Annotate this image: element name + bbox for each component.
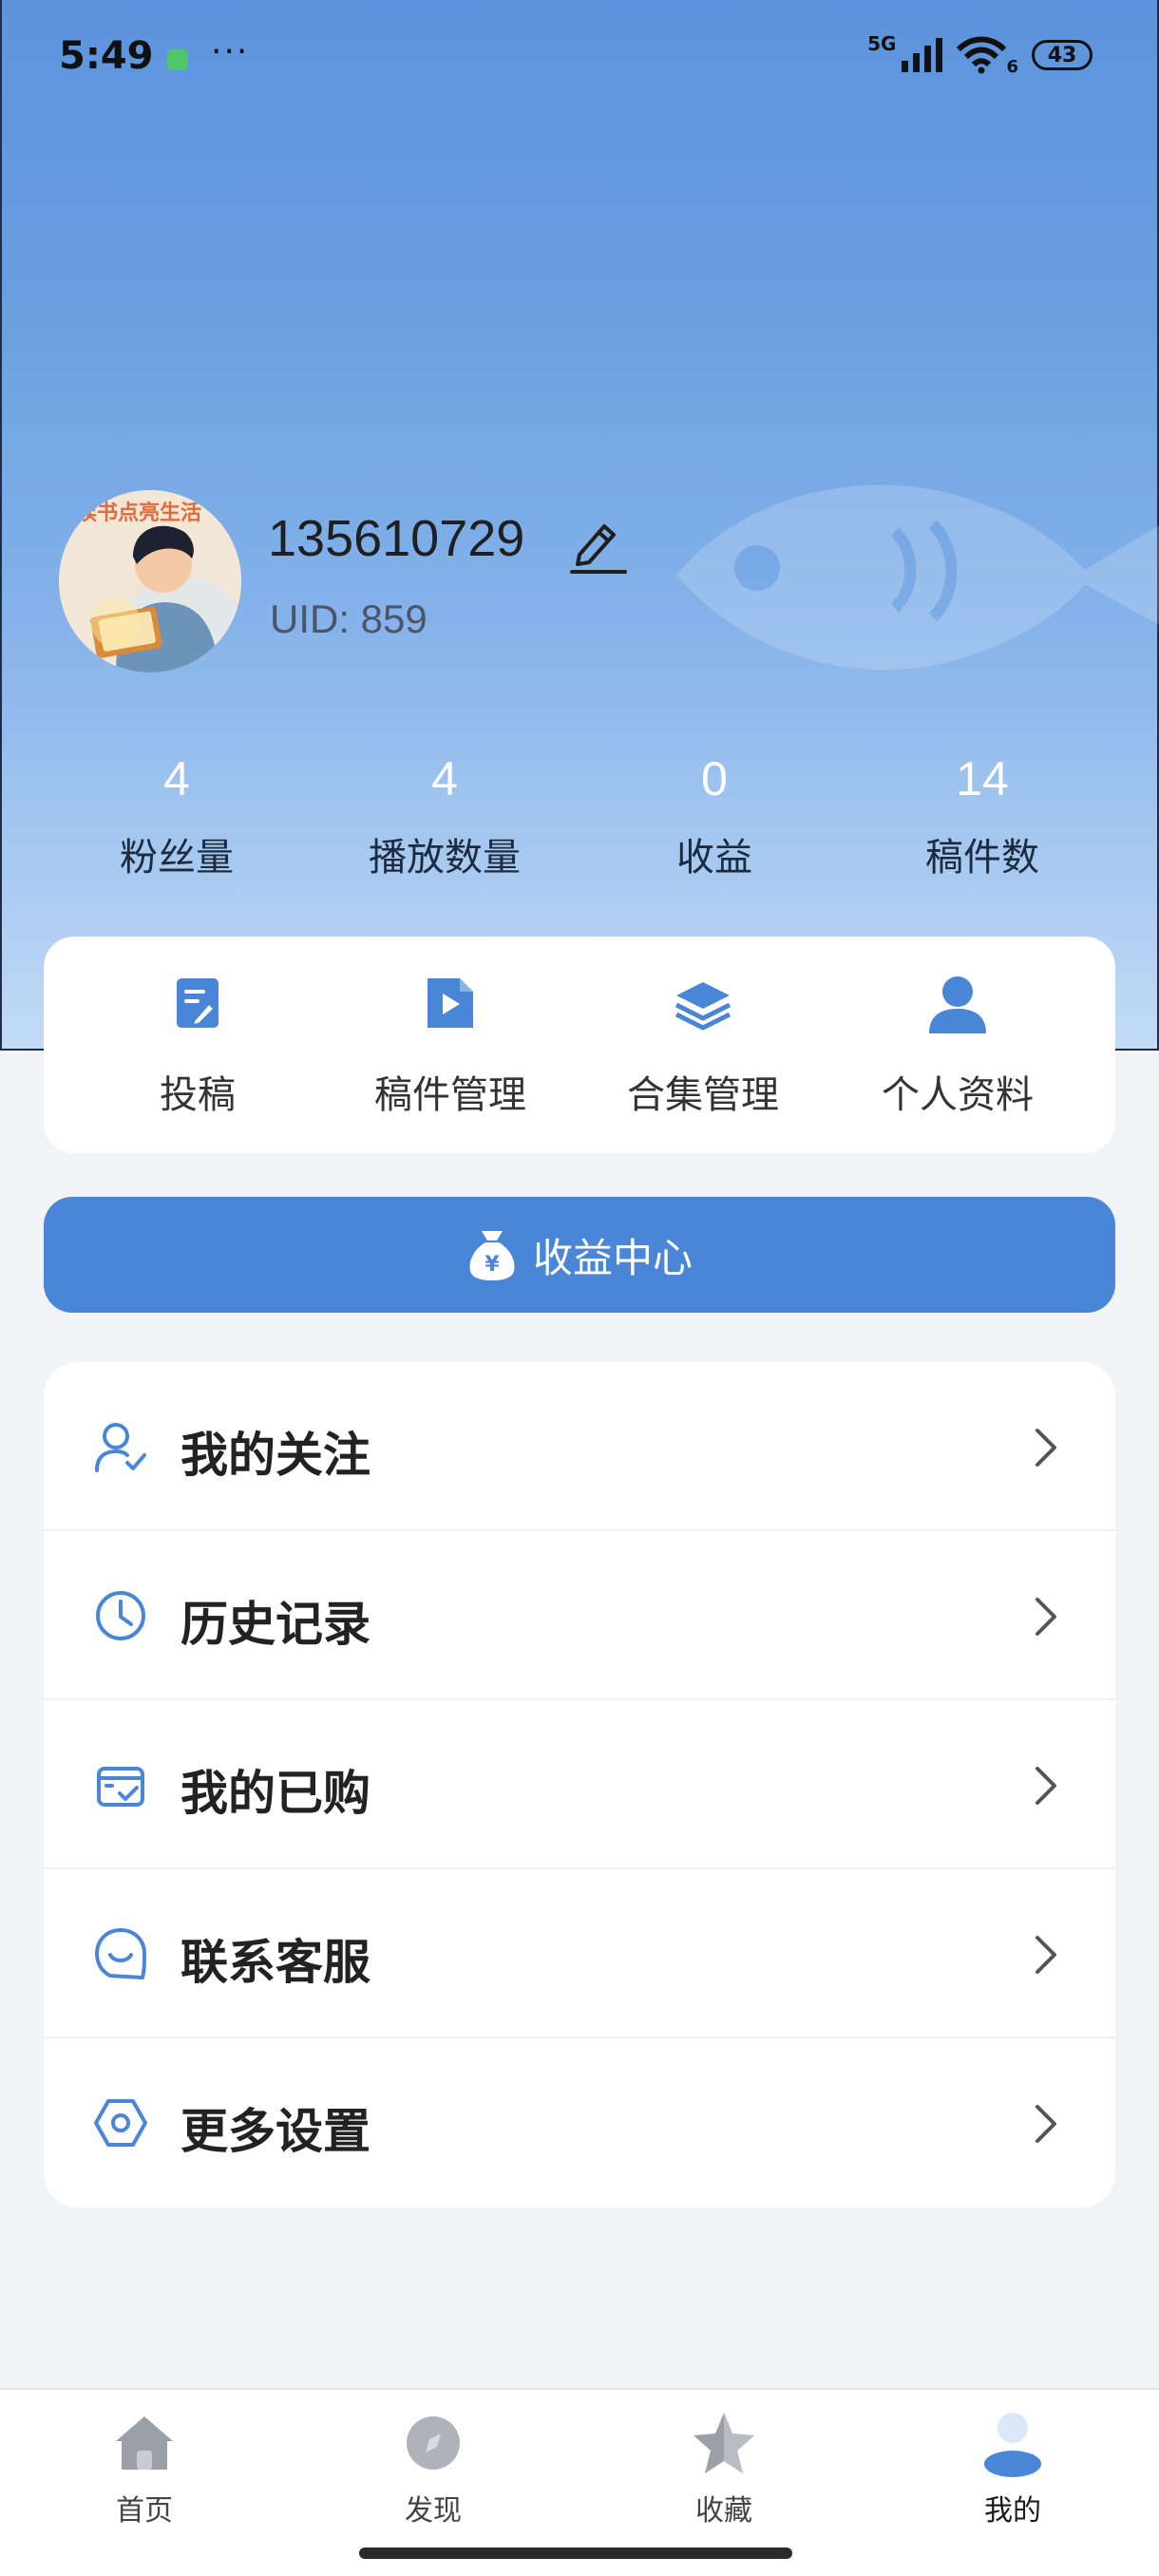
nav-tab-home[interactable]: 首页 [49, 2409, 239, 2529]
compass-icon [407, 2416, 460, 2470]
stats-row: 4 粉丝量 4 播放数量 0 收益 14 稿件数 [0, 750, 1159, 883]
stat-plays[interactable]: 4 播放数量 [331, 750, 559, 881]
chevron-right-icon [1036, 1598, 1056, 1636]
quick-action-manuscripts[interactable]: 稿件管理 [336, 971, 564, 1119]
quick-action-submit[interactable]: 投稿 [84, 971, 312, 1119]
network-type-label: 5G [867, 32, 897, 55]
avatar[interactable]: 读书点亮生活 [59, 490, 241, 672]
layers-icon [674, 982, 732, 1031]
menu-item-label: 联系客服 [180, 1935, 370, 1990]
clock-icon [96, 1591, 145, 1640]
stat-label: 稿件数 [925, 836, 1039, 880]
stat-value: 0 [701, 752, 728, 805]
chevron-right-icon [1036, 1767, 1056, 1805]
star-icon [694, 2413, 754, 2473]
menu-item-settings[interactable]: 更多设置 [44, 2038, 1115, 2207]
nav-tab-favorites[interactable]: 收藏 [629, 2409, 819, 2529]
status-time: 5:49 [59, 34, 154, 78]
wifi-standard-label: 6 [1006, 56, 1018, 77]
chevron-right-icon [1036, 1429, 1056, 1467]
purchased-box-icon [97, 1767, 144, 1807]
quick-action-label: 个人资料 [882, 1073, 1034, 1117]
user-icon [929, 976, 986, 1033]
home-icon [116, 2416, 173, 2470]
menu-item-label: 历史记录 [180, 1597, 370, 1652]
home-indicator[interactable] [359, 2548, 792, 2559]
stat-manuscripts[interactable]: 14 稿件数 [868, 750, 1096, 881]
nav-label: 首页 [116, 2494, 173, 2528]
stat-value: 4 [431, 752, 458, 805]
fish-watermark-icon [676, 484, 1159, 671]
money-bag-icon: ¥ [469, 1231, 515, 1280]
svg-text:¥: ¥ [484, 1253, 500, 1277]
nav-label: 发现 [405, 2494, 462, 2528]
profile-screen: 5:49 ··· 5G 6 43 读书点亮生活 135610729 UID: 8… [0, 0, 1159, 2576]
chevron-right-icon [1036, 1936, 1056, 1974]
stat-earnings[interactable]: 0 收益 [600, 750, 828, 881]
avatar-caption: 读书点亮生活 [76, 502, 202, 525]
quick-action-profile[interactable]: 个人资料 [844, 971, 1072, 1119]
nav-label: 我的 [984, 2494, 1041, 2528]
stat-label: 收益 [676, 836, 752, 880]
quick-action-label: 合集管理 [627, 1073, 779, 1117]
battery-indicator: 43 [1032, 40, 1092, 70]
notification-app-icon [167, 49, 188, 70]
stat-label: 播放数量 [369, 836, 521, 880]
stat-fans[interactable]: 4 粉丝量 [63, 750, 291, 881]
quick-action-label: 投稿 [160, 1073, 236, 1117]
nav-label: 收藏 [695, 2494, 752, 2528]
menu-item-label: 更多设置 [180, 2104, 370, 2159]
quick-actions-card: 投稿 稿件管理 合集管理 个人资料 [44, 937, 1115, 1153]
menu-card: 我的关注 历史记录 我的已购 联系客服 更多设置 [44, 1362, 1115, 2207]
submit-icon [177, 978, 218, 1029]
menu-item-customer-service[interactable]: 联系客服 [44, 1869, 1115, 2038]
quick-action-collections[interactable]: 合集管理 [589, 971, 817, 1119]
stat-label: 粉丝量 [120, 836, 234, 880]
more-notifications-indicator: ··· [211, 32, 250, 71]
follow-user-icon [95, 1423, 146, 1472]
earnings-center-label: 收益中心 [532, 1234, 693, 1281]
user-id: UID: 859 [270, 597, 428, 641]
wifi-icon [957, 36, 1007, 74]
manuscript-play-icon [428, 978, 473, 1028]
username: 135610729 [268, 510, 525, 567]
profile-icon [984, 2413, 1041, 2477]
signal-strength-icon [902, 38, 943, 72]
quick-action-label: 稿件管理 [374, 1073, 526, 1117]
menu-item-history[interactable]: 历史记录 [44, 1531, 1115, 1700]
nav-tab-discover[interactable]: 发现 [338, 2409, 528, 2529]
chevron-right-icon [1036, 2105, 1056, 2143]
stat-value: 4 [163, 752, 190, 805]
menu-item-purchased[interactable]: 我的已购 [44, 1700, 1115, 1869]
stat-value: 14 [956, 752, 1009, 805]
nav-tab-mine[interactable]: 我的 [918, 2409, 1108, 2529]
menu-item-label: 我的已购 [180, 1766, 370, 1821]
status-indicators: 5G 6 43 [867, 32, 1092, 77]
settings-hexagon-icon [94, 2099, 147, 2147]
earnings-center-button[interactable]: ¥ 收益中心 [44, 1197, 1115, 1313]
menu-item-following[interactable]: 我的关注 [44, 1362, 1115, 1531]
edit-icon[interactable] [566, 513, 631, 576]
chat-smile-icon [95, 1928, 146, 1979]
menu-item-label: 我的关注 [180, 1428, 370, 1483]
